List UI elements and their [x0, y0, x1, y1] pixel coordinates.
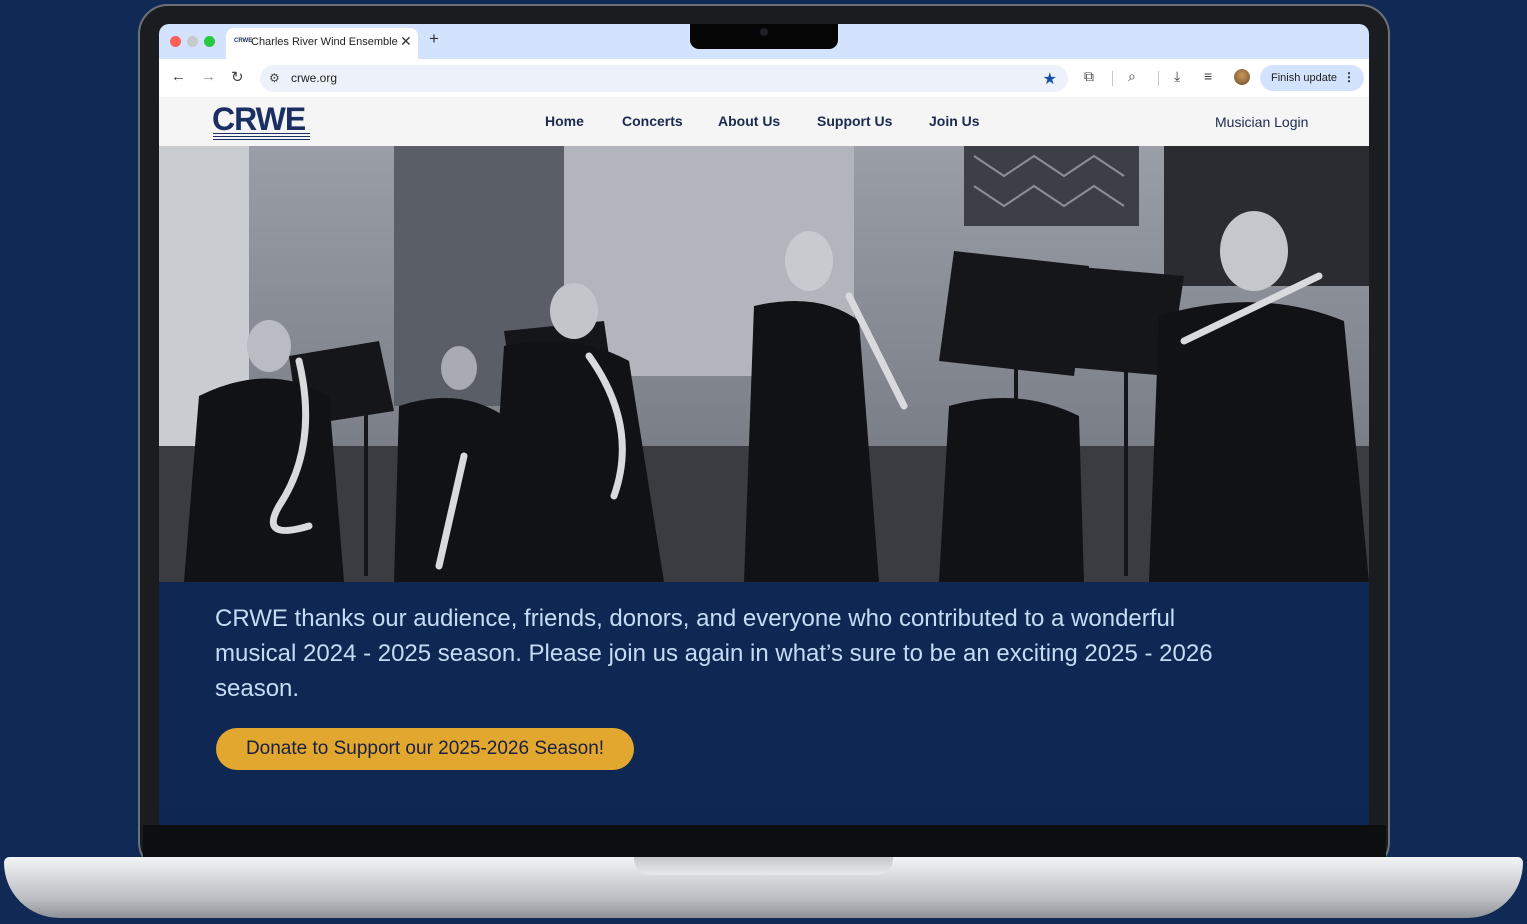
screen-bottom-bezel [143, 825, 1386, 860]
nav-concerts[interactable]: Concerts [622, 113, 683, 129]
media-queue-icon[interactable]: ≡ [1204, 68, 1212, 84]
thank-you-banner: CRWE thanks our audience, friends, donor… [159, 582, 1369, 810]
toolbar-divider [1112, 71, 1113, 86]
plus-icon[interactable]: + [429, 29, 439, 49]
stained-glass-window [964, 146, 1139, 226]
address-bar[interactable]: ⚙ crwe.org ★ [260, 65, 1068, 92]
musician-login-link[interactable]: Musician Login [1215, 114, 1308, 130]
site-header: CRWE Home Concerts About Us Support Us J… [159, 97, 1369, 146]
hero-photo [159, 146, 1369, 582]
browser-window: CRWE Charles River Wind Ensemble ✕ + ← →… [159, 24, 1369, 825]
download-icon[interactable]: ⤓ [1174, 68, 1180, 85]
minimize-window-button[interactable] [187, 36, 198, 47]
reload-icon[interactable]: ↻ [231, 68, 244, 86]
finish-update-label: Finish update [1271, 72, 1338, 84]
extensions-icon[interactable]: ⧉ [1084, 68, 1094, 85]
more-menu-icon[interactable]: ⋮ [1343, 70, 1355, 84]
finish-update-button[interactable]: Finish update ⋮ [1260, 65, 1364, 91]
donate-button[interactable]: Donate to Support our 2025-2026 Season! [216, 728, 634, 770]
maximize-window-button[interactable] [204, 36, 215, 47]
url-text: crwe.org [291, 71, 338, 85]
tab-title: Charles River Wind Ensemble [251, 36, 398, 48]
nav-join-us[interactable]: Join Us [929, 113, 980, 129]
search-tab-icon[interactable]: ⌕ [1128, 68, 1136, 85]
favicon-icon: CRWE [234, 38, 253, 44]
ensemble-photo [159, 146, 1369, 582]
forward-arrow-icon[interactable]: → [201, 68, 216, 85]
browser-tab[interactable]: CRWE Charles River Wind Ensemble ✕ [226, 28, 418, 59]
toolbar-divider [1158, 71, 1159, 86]
logo-staff-lines [213, 133, 310, 142]
profile-avatar[interactable] [1234, 69, 1250, 85]
site-settings-icon[interactable]: ⚙ [269, 71, 280, 85]
nav-about-us[interactable]: About Us [718, 113, 780, 129]
nav-support-us[interactable]: Support Us [817, 113, 892, 129]
camera-icon [760, 28, 768, 36]
close-tab-icon[interactable]: ✕ [400, 33, 412, 50]
season-message: CRWE thanks our audience, friends, donor… [215, 605, 1213, 702]
close-window-button[interactable] [170, 36, 181, 47]
bookmark-star-icon[interactable]: ★ [1043, 69, 1057, 89]
back-arrow-icon[interactable]: ← [171, 68, 186, 85]
camera-notch [690, 24, 838, 49]
browser-toolbar: ← → ↻ ⚙ crwe.org ★ ⧉ ⌕ ⤓ ≡ Finish update… [159, 59, 1369, 97]
laptop-opening-notch [634, 857, 893, 875]
nav-home[interactable]: Home [545, 113, 584, 129]
